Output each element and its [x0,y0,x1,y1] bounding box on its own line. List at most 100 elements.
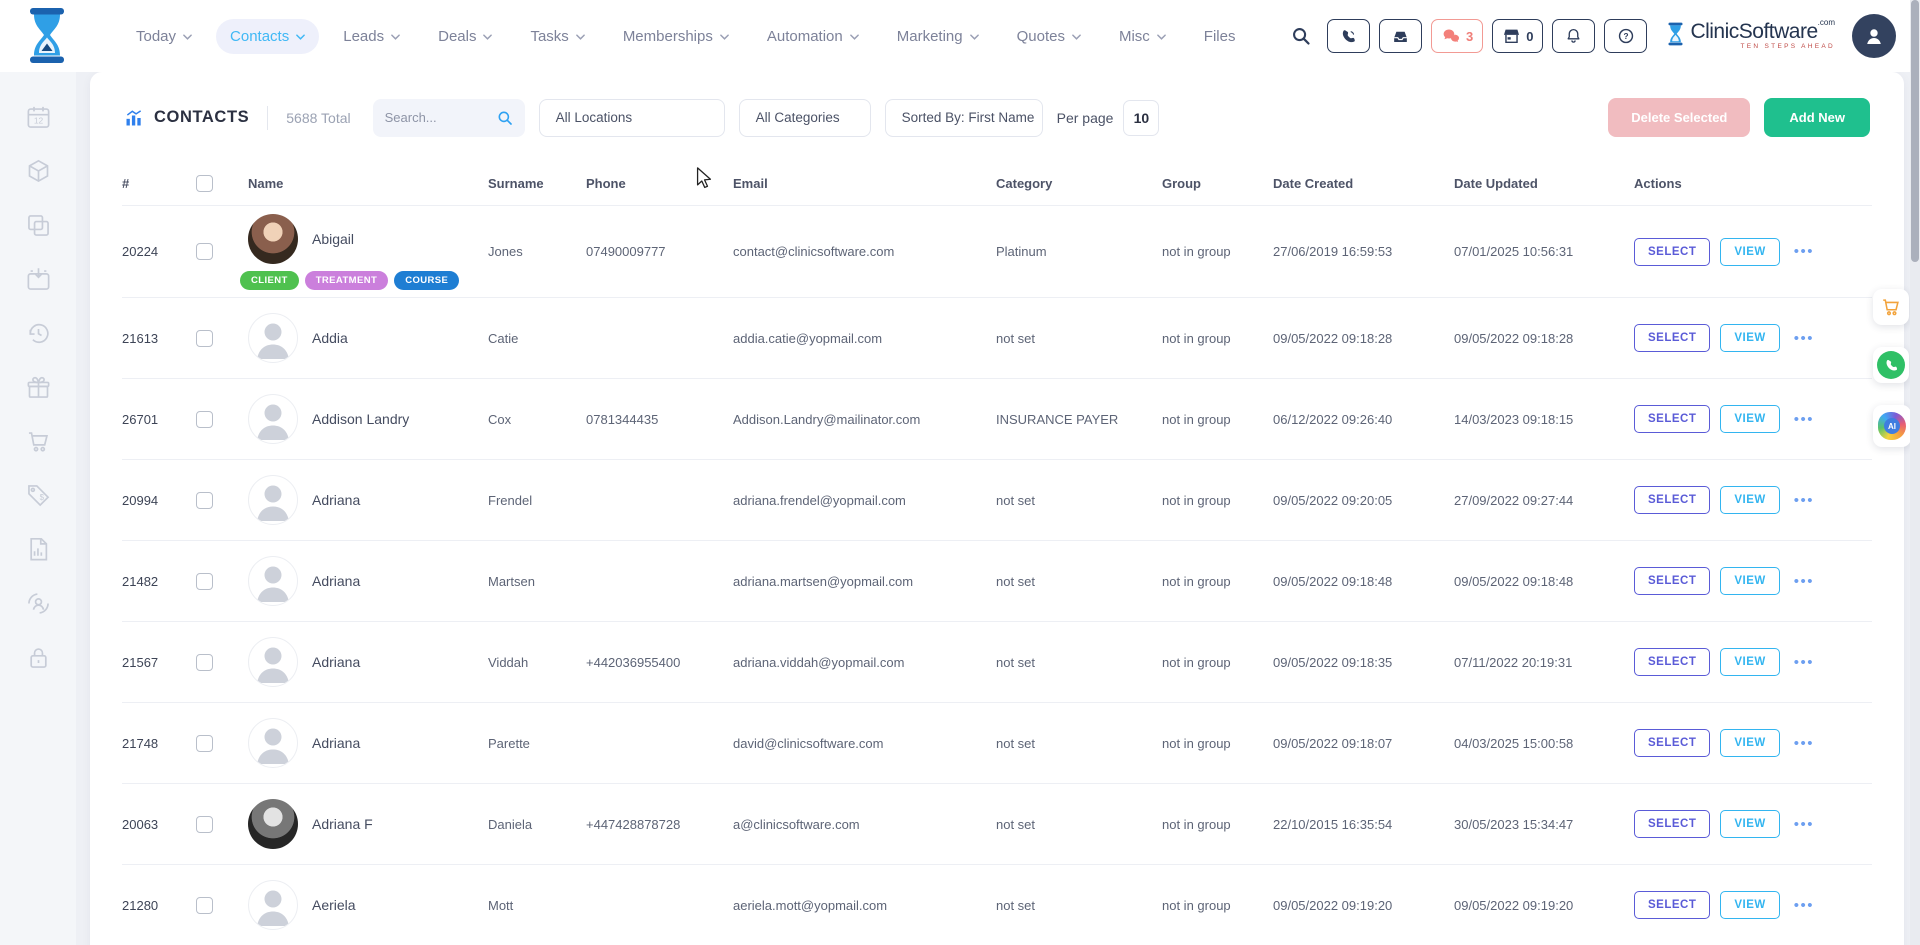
nav-item-files[interactable]: Files [1190,19,1250,54]
scrollbar-thumb[interactable] [1911,0,1919,262]
view-button[interactable]: VIEW [1720,729,1779,757]
view-button[interactable]: VIEW [1720,238,1779,266]
view-button[interactable]: VIEW [1720,891,1779,919]
select-all-checkbox[interactable] [196,175,213,192]
view-button[interactable]: VIEW [1720,486,1779,514]
calendar-12-icon[interactable]: 12 [25,104,52,131]
view-button[interactable]: VIEW [1720,567,1779,595]
row-checkbox[interactable] [196,573,213,590]
nav-item-marketing[interactable]: Marketing [883,19,993,54]
contact-name[interactable]: Adriana [312,654,360,670]
nav-item-memberships[interactable]: Memberships [609,19,743,54]
user-sync-icon[interactable] [25,590,52,617]
contact-phone: 0781344435 [586,412,733,427]
nav-item-automation[interactable]: Automation [753,19,873,54]
contact-name[interactable]: Adriana [312,573,360,589]
view-button[interactable]: VIEW [1720,810,1779,838]
more-actions-button[interactable]: ••• [1790,411,1818,428]
nav-item-misc[interactable]: Misc [1105,19,1180,54]
contact-avatar[interactable] [248,799,298,849]
search-submit-icon[interactable] [497,110,513,126]
delete-selected-button[interactable]: Delete Selected [1608,98,1750,137]
categories-filter[interactable]: All Categories [739,99,871,137]
more-actions-button[interactable]: ••• [1790,330,1818,347]
lock-icon[interactable] [25,644,52,671]
contact-avatar[interactable] [248,475,298,525]
chat-button[interactable]: 3 [1431,19,1483,53]
row-checkbox[interactable] [196,816,213,833]
nav-item-today[interactable]: Today [122,19,206,54]
select-button[interactable]: SELECT [1634,729,1710,757]
select-button[interactable]: SELECT [1634,567,1710,595]
contact-name[interactable]: Addison Landry [312,411,409,427]
dialer-button[interactable] [1327,19,1370,53]
nav-item-quotes[interactable]: Quotes [1003,19,1095,54]
locations-filter[interactable]: All Locations [539,99,725,137]
nav-item-leads[interactable]: Leads [329,19,414,54]
more-actions-button[interactable]: ••• [1790,816,1818,833]
more-actions-button[interactable]: ••• [1790,897,1818,914]
per-page-input[interactable]: 10 [1123,100,1159,136]
select-button[interactable]: SELECT [1634,891,1710,919]
calendar-import-icon[interactable] [25,266,52,293]
floating-whatsapp-button[interactable] [1873,347,1909,383]
contact-name[interactable]: Adriana [312,492,360,508]
row-checkbox[interactable] [196,897,213,914]
more-actions-button[interactable]: ••• [1790,243,1818,260]
floating-cart-button[interactable] [1873,289,1909,325]
floating-ai-button[interactable]: AI [1873,405,1911,447]
view-button[interactable]: VIEW [1720,405,1779,433]
contact-id: 21613 [122,331,196,346]
contact-avatar[interactable] [248,718,298,768]
gift-icon[interactable] [25,374,52,401]
select-button[interactable]: SELECT [1634,810,1710,838]
user-avatar[interactable] [1852,14,1896,58]
select-button[interactable]: SELECT [1634,648,1710,676]
more-actions-button[interactable]: ••• [1790,492,1818,509]
app-logo-hourglass[interactable] [24,7,70,69]
more-actions-button[interactable]: ••• [1790,654,1818,671]
contact-name[interactable]: Adriana F [312,816,373,832]
contact-avatar[interactable] [248,214,298,264]
row-checkbox[interactable] [196,492,213,509]
notifications-button[interactable] [1552,19,1595,53]
search-input[interactable] [385,110,489,125]
history-icon[interactable] [25,320,52,347]
search-icon[interactable] [1286,21,1316,51]
select-button[interactable]: SELECT [1634,324,1710,352]
help-button[interactable]: ? [1604,19,1647,53]
view-button[interactable]: VIEW [1720,648,1779,676]
more-actions-button[interactable]: ••• [1790,573,1818,590]
row-checkbox[interactable] [196,330,213,347]
contact-avatar[interactable] [248,637,298,687]
contact-name[interactable]: Aeriela [312,897,356,913]
inbox-button[interactable] [1379,19,1422,53]
sort-filter[interactable]: Sorted By: First Name [885,99,1043,137]
contact-name[interactable]: Adriana [312,735,360,751]
more-actions-button[interactable]: ••• [1790,735,1818,752]
contact-name[interactable]: Abigail [312,231,354,247]
select-button[interactable]: SELECT [1634,405,1710,433]
view-button[interactable]: VIEW [1720,324,1779,352]
cart-icon[interactable] [25,428,52,455]
copy-icon[interactable] [25,212,52,239]
row-checkbox[interactable] [196,654,213,671]
nav-item-tasks[interactable]: Tasks [516,19,598,54]
contact-avatar[interactable] [248,556,298,606]
price-tag-icon[interactable]: $ [25,482,52,509]
nav-item-contacts[interactable]: Contacts [216,19,319,54]
add-new-button[interactable]: Add New [1764,98,1870,137]
contact-avatar[interactable] [248,880,298,930]
report-icon[interactable] [25,536,52,563]
cube-icon[interactable] [25,158,52,185]
row-checkbox[interactable] [196,735,213,752]
contact-avatar[interactable] [248,313,298,363]
row-checkbox[interactable] [196,411,213,428]
row-checkbox[interactable] [196,243,213,260]
contact-avatar[interactable] [248,394,298,444]
pos-button[interactable]: 0 [1492,19,1543,53]
select-button[interactable]: SELECT [1634,238,1710,266]
contact-name[interactable]: Addia [312,330,348,346]
nav-item-deals[interactable]: Deals [424,19,506,54]
select-button[interactable]: SELECT [1634,486,1710,514]
